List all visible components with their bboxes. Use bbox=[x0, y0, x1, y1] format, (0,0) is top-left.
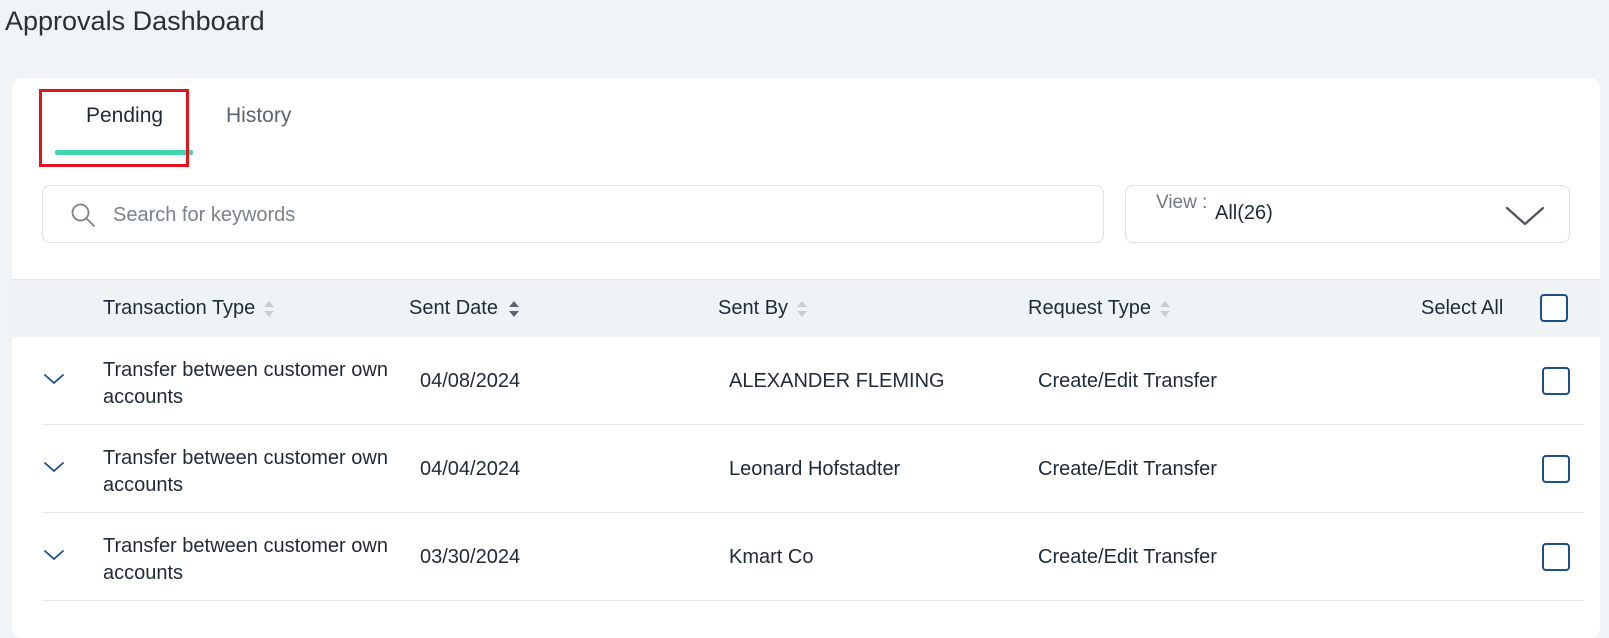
cell-request-type: Create/Edit Transfer bbox=[1038, 546, 1217, 568]
search-icon bbox=[71, 203, 95, 227]
chevron-down-icon[interactable] bbox=[42, 367, 66, 391]
cell-sent-by: ALEXANDER FLEMING bbox=[729, 370, 945, 392]
approvals-card: Pending History View : All(26) Transacti… bbox=[12, 78, 1600, 638]
cell-sent-by: Leonard Hofstadter bbox=[729, 458, 901, 480]
search-input[interactable] bbox=[111, 196, 1075, 234]
select-all-checkbox[interactable] bbox=[1540, 294, 1568, 322]
tab-history-label: History bbox=[226, 104, 292, 127]
row-checkbox[interactable] bbox=[1542, 455, 1570, 483]
cell-sent-date: 03/30/2024 bbox=[420, 546, 521, 568]
sort-icon bbox=[797, 300, 808, 317]
row-checkbox[interactable] bbox=[1542, 543, 1570, 571]
view-filter-dropdown[interactable]: View : All(26) bbox=[1125, 185, 1570, 243]
active-tab-indicator bbox=[55, 150, 193, 155]
column-header-sent-by[interactable]: Sent By bbox=[718, 297, 808, 320]
column-header-label: Sent By bbox=[718, 297, 789, 320]
column-header-transaction-type[interactable]: Transaction Type bbox=[103, 297, 275, 320]
cell-request-type: Create/Edit Transfer bbox=[1038, 370, 1217, 392]
chevron-down-icon[interactable] bbox=[42, 543, 66, 567]
cell-sent-by: Kmart Co bbox=[729, 546, 814, 568]
table-row[interactable]: Transfer between customer own accounts 0… bbox=[42, 425, 1584, 513]
tab-history[interactable]: History bbox=[226, 92, 326, 158]
column-header-label: Sent Date bbox=[409, 297, 498, 320]
search-box[interactable] bbox=[42, 185, 1104, 243]
cell-transaction-type: Transfer between customer own accounts bbox=[103, 535, 388, 584]
view-filter-value: All(26) bbox=[1215, 202, 1273, 224]
table-row[interactable]: Transfer between customer own accounts 0… bbox=[42, 513, 1584, 601]
column-header-label: Transaction Type bbox=[103, 297, 256, 320]
column-header-label: Request Type bbox=[1028, 297, 1152, 320]
cell-transaction-type: Transfer between customer own accounts bbox=[103, 359, 388, 408]
cell-sent-date: 04/08/2024 bbox=[420, 370, 521, 392]
page-title: Approvals Dashboard bbox=[5, 6, 265, 36]
cell-sent-date: 04/04/2024 bbox=[420, 458, 521, 480]
sort-icon bbox=[264, 300, 275, 317]
tab-pending-label: Pending bbox=[86, 104, 164, 127]
row-checkbox[interactable] bbox=[1542, 367, 1570, 395]
highlight-box bbox=[39, 89, 189, 167]
view-filter-label: View : bbox=[1156, 192, 1208, 213]
cell-transaction-type: Transfer between customer own accounts bbox=[103, 447, 388, 496]
chevron-down-icon bbox=[1505, 206, 1545, 226]
sort-icon bbox=[1160, 300, 1171, 317]
table-header: Transaction Type Sent Date Sent By Reque… bbox=[12, 279, 1600, 337]
column-header-request-type[interactable]: Request Type bbox=[1028, 297, 1171, 320]
chevron-down-icon[interactable] bbox=[42, 455, 66, 479]
cell-request-type: Create/Edit Transfer bbox=[1038, 458, 1217, 480]
sort-icon bbox=[508, 300, 519, 317]
tab-pending[interactable]: Pending bbox=[39, 89, 193, 167]
select-all-label: Select All bbox=[1421, 297, 1504, 319]
table-row[interactable]: Transfer between customer own accounts 0… bbox=[42, 337, 1584, 425]
column-header-sent-date[interactable]: Sent Date bbox=[409, 297, 520, 320]
